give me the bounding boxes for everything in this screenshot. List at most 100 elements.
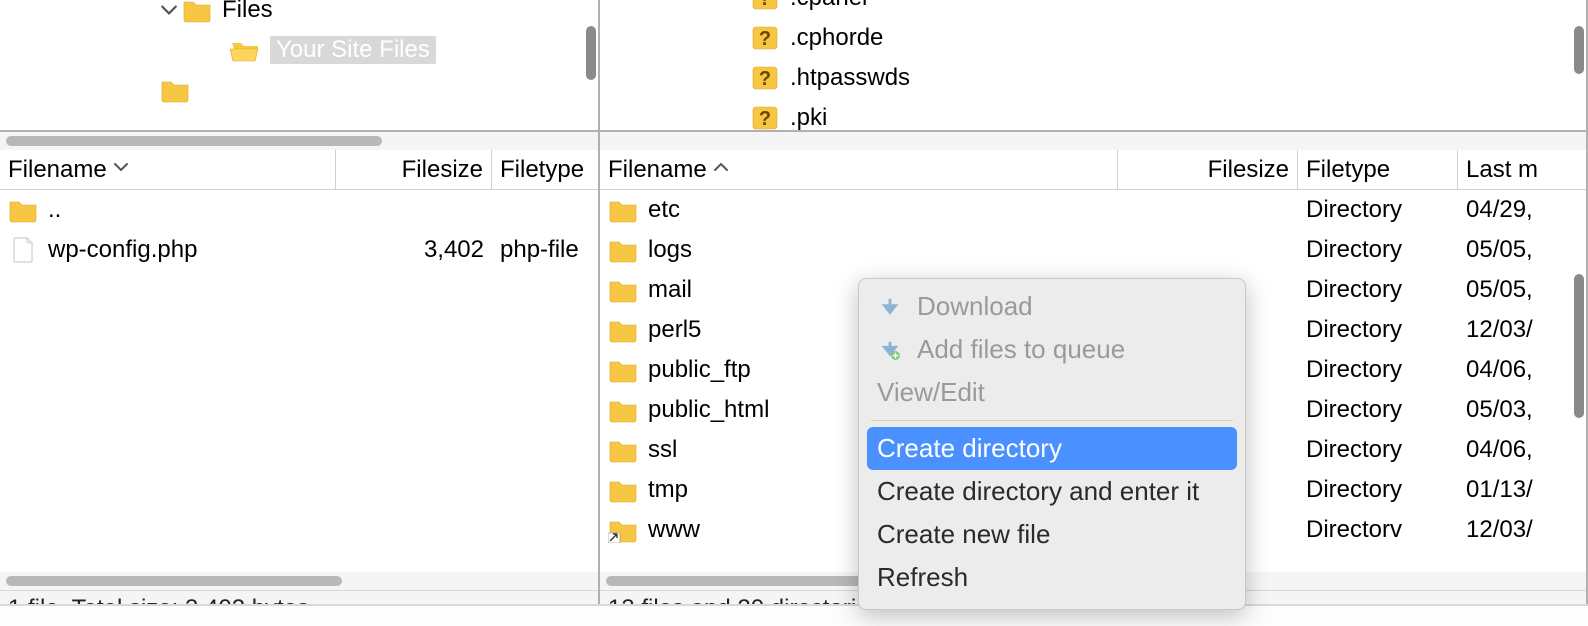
filetype: Directory — [1298, 476, 1458, 504]
folder-icon — [608, 477, 638, 503]
lastmodified: 12/03/ — [1458, 516, 1586, 544]
local-columns: Filename Filesize Filetype — [0, 150, 598, 190]
lastmodified: 12/03/ — [1458, 316, 1586, 344]
filename: perl5 — [648, 316, 701, 344]
chevron-up-icon — [713, 159, 729, 180]
lastmodified: 05/05, — [1458, 236, 1586, 264]
filename: public_ftp — [648, 356, 751, 384]
filetype: Directory — [1298, 236, 1458, 264]
local-pane: Files Your Site Files Filename — [0, 0, 600, 626]
tree-item[interactable]: .pki — [600, 98, 1586, 132]
filetype: Directory — [1298, 316, 1458, 344]
tree-item[interactable]: .cphorde — [600, 18, 1586, 58]
table-row[interactable]: logs Directory05/05, — [600, 230, 1586, 270]
tree-label: .cphorde — [790, 24, 883, 52]
lastmodified: 05/03, — [1458, 396, 1586, 424]
unknown-icon — [750, 105, 780, 131]
filetype: Directory — [1298, 196, 1458, 224]
local-list-hscroll[interactable] — [0, 572, 598, 590]
menu-view-edit: View/Edit — [859, 371, 1245, 414]
folder-open-icon — [230, 37, 260, 63]
tree-label: Files — [222, 0, 273, 24]
folder-icon — [182, 0, 212, 23]
tree-label: .cpanel — [790, 0, 867, 12]
menu-create-new-file[interactable]: Create new file — [859, 513, 1245, 556]
filename: wp-config.php — [48, 236, 197, 264]
col-lastmodified[interactable]: Last m — [1458, 150, 1586, 189]
col-filesize[interactable]: Filesize — [1118, 150, 1298, 189]
filename: ssl — [648, 436, 677, 464]
filename: tmp — [648, 476, 688, 504]
lastmodified: 04/29, — [1458, 196, 1586, 224]
unknown-icon — [750, 65, 780, 91]
chevron-down-icon — [113, 159, 129, 180]
vscroll-thumb[interactable] — [1574, 26, 1584, 74]
filetype: Directory — [1298, 396, 1458, 424]
folder-link-icon — [608, 517, 638, 543]
folder-icon — [8, 197, 38, 223]
filesize: 3,402 — [336, 236, 492, 264]
hscroll-thumb[interactable] — [6, 136, 382, 146]
folder-icon — [608, 277, 638, 303]
filename: mail — [648, 276, 692, 304]
col-filename[interactable]: Filename — [600, 150, 1118, 189]
local-tree-hscroll[interactable] — [0, 132, 598, 150]
col-filetype[interactable]: Filetype — [1298, 150, 1458, 189]
download-icon — [877, 294, 903, 320]
menu-add-to-queue: Add files to queue — [859, 328, 1245, 371]
col-filename[interactable]: Filename — [0, 150, 336, 189]
context-menu: Download Add files to queue View/Edit Cr… — [858, 278, 1246, 610]
remote-tree[interactable]: .cpanel .cphorde .htpasswds .pki — [600, 0, 1586, 132]
filetype: Directory — [1298, 436, 1458, 464]
folder-icon — [608, 437, 638, 463]
hscroll-thumb — [606, 136, 616, 146]
vscroll-thumb[interactable] — [586, 26, 596, 80]
hscroll-thumb[interactable] — [6, 576, 342, 586]
col-filesize[interactable]: Filesize — [336, 150, 492, 189]
lastmodified: 05/05, — [1458, 276, 1586, 304]
local-tree[interactable]: Files Your Site Files — [0, 0, 598, 132]
vscroll-thumb[interactable] — [1574, 274, 1584, 418]
col-filetype[interactable]: Filetype — [492, 150, 598, 189]
filetype: Directorv — [1298, 516, 1458, 544]
unknown-icon — [750, 0, 780, 11]
menu-separator — [871, 420, 1233, 421]
menu-create-directory[interactable]: Create directory — [867, 427, 1237, 470]
filename: .. — [48, 196, 61, 224]
chevron-down-icon[interactable] — [160, 1, 178, 19]
menu-create-directory-enter[interactable]: Create directory and enter it — [859, 470, 1245, 513]
folder-icon — [608, 397, 638, 423]
remote-columns: Filename Filesize Filetype Last m — [600, 150, 1586, 190]
table-row[interactable]: .. — [0, 190, 598, 230]
filename: www — [648, 516, 700, 544]
tree-label: .pki — [790, 104, 827, 132]
lastmodified: 04/06, — [1458, 436, 1586, 464]
menu-download: Download — [859, 285, 1245, 328]
lastmodified: 04/06, — [1458, 356, 1586, 384]
menu-refresh[interactable]: Refresh — [859, 556, 1245, 599]
folder-icon — [608, 237, 638, 263]
folder-icon — [608, 317, 638, 343]
table-row[interactable]: etc Directory04/29, — [600, 190, 1586, 230]
tree-item[interactable]: .cpanel — [600, 0, 1586, 18]
filetype: Directory — [1298, 276, 1458, 304]
folder-icon — [608, 197, 638, 223]
local-listing[interactable]: .. wp-config.php 3,402php-file — [0, 190, 598, 572]
filetype: php-file — [492, 236, 598, 264]
folder-icon — [608, 357, 638, 383]
filename: public_html — [648, 396, 769, 424]
tree-item-partial[interactable] — [0, 70, 598, 110]
tree-item-files[interactable]: Files — [0, 0, 598, 30]
table-row[interactable]: wp-config.php 3,402php-file — [0, 230, 598, 270]
filename: logs — [648, 236, 692, 264]
tree-item[interactable]: .htpasswds — [600, 58, 1586, 98]
filetype: Directory — [1298, 356, 1458, 384]
bottom-strip — [0, 604, 1588, 626]
tree-label: .htpasswds — [790, 64, 910, 92]
filename: etc — [648, 196, 680, 224]
remote-tree-hscroll[interactable] — [600, 132, 1586, 150]
tree-label-selected: Your Site Files — [270, 36, 436, 64]
tree-item-your-site-files[interactable]: Your Site Files — [0, 30, 598, 70]
add-queue-icon — [877, 337, 903, 363]
unknown-icon — [750, 25, 780, 51]
